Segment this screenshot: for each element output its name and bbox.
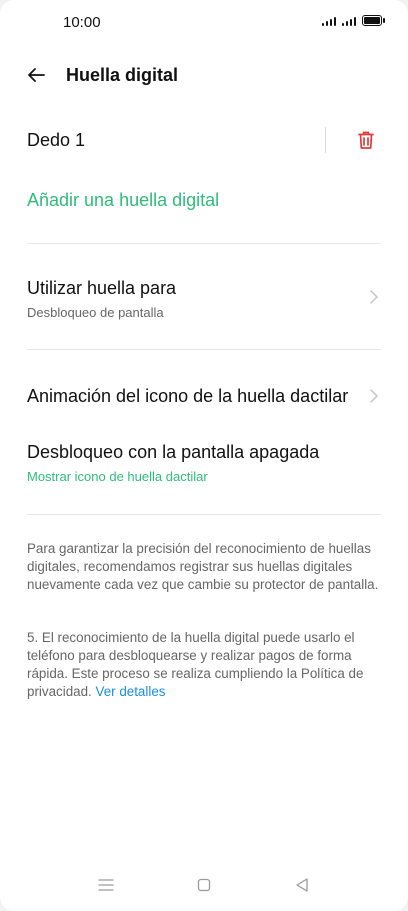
fingerprint-name[interactable]: Dedo 1 <box>27 130 85 151</box>
fingerprint-animation-title: Animación del icono de la huella dactila… <box>27 386 349 406</box>
privacy-note: 5. El reconocimiento de la huella digita… <box>27 629 379 701</box>
screen-off-unlock-subtitle: Mostrar icono de huella dactilar <box>27 469 208 484</box>
chevron-right-icon <box>370 290 378 304</box>
screen: 10:00 Huella digital Dedo 1 Añadir una h… <box>0 0 408 911</box>
page-title: Huella digital <box>66 65 179 85</box>
screen-off-unlock-item[interactable]: Desbloqueo con la pantalla apagada Mostr… <box>0 434 408 490</box>
screen-off-unlock-title: Desbloqueo con la pantalla apagada <box>27 442 320 462</box>
divider <box>27 243 381 244</box>
screen-protector-note: Para garantizar la precisión del reconoc… <box>27 541 379 592</box>
see-details-link[interactable]: Ver detalles <box>96 684 166 699</box>
status-icons <box>322 15 385 26</box>
signal-icon <box>322 17 336 26</box>
use-fingerprint-subtitle: Desbloqueo de pantalla <box>27 305 164 320</box>
privacy-note-text: 5. El reconocimiento de la huella digita… <box>27 630 364 699</box>
use-fingerprint-title: Utilizar huella para <box>27 278 177 298</box>
divider <box>27 514 381 515</box>
navigation-bar <box>0 868 408 904</box>
fingerprint-item[interactable]: Dedo 1 <box>0 118 408 164</box>
add-fingerprint-button[interactable]: Añadir una huella digital <box>27 190 219 211</box>
back-triangle-icon[interactable] <box>294 877 310 893</box>
chevron-right-icon <box>370 389 378 403</box>
app-header: Huella digital <box>0 58 408 94</box>
fingerprint-animation-item[interactable]: Animación del icono de la huella dactila… <box>0 378 408 414</box>
home-icon[interactable] <box>197 878 211 892</box>
status-time: 10:00 <box>63 14 101 31</box>
menu-icon[interactable] <box>98 878 114 892</box>
trash-icon[interactable] <box>354 128 378 152</box>
back-arrow-icon[interactable] <box>24 63 48 87</box>
signal-icon-2 <box>342 17 356 26</box>
status-bar: 10:00 <box>0 0 408 44</box>
battery-icon <box>362 15 385 26</box>
divider <box>27 349 381 350</box>
use-fingerprint-for-item[interactable]: Utilizar huella para Desbloqueo de panta… <box>0 270 408 330</box>
divider <box>325 127 326 153</box>
